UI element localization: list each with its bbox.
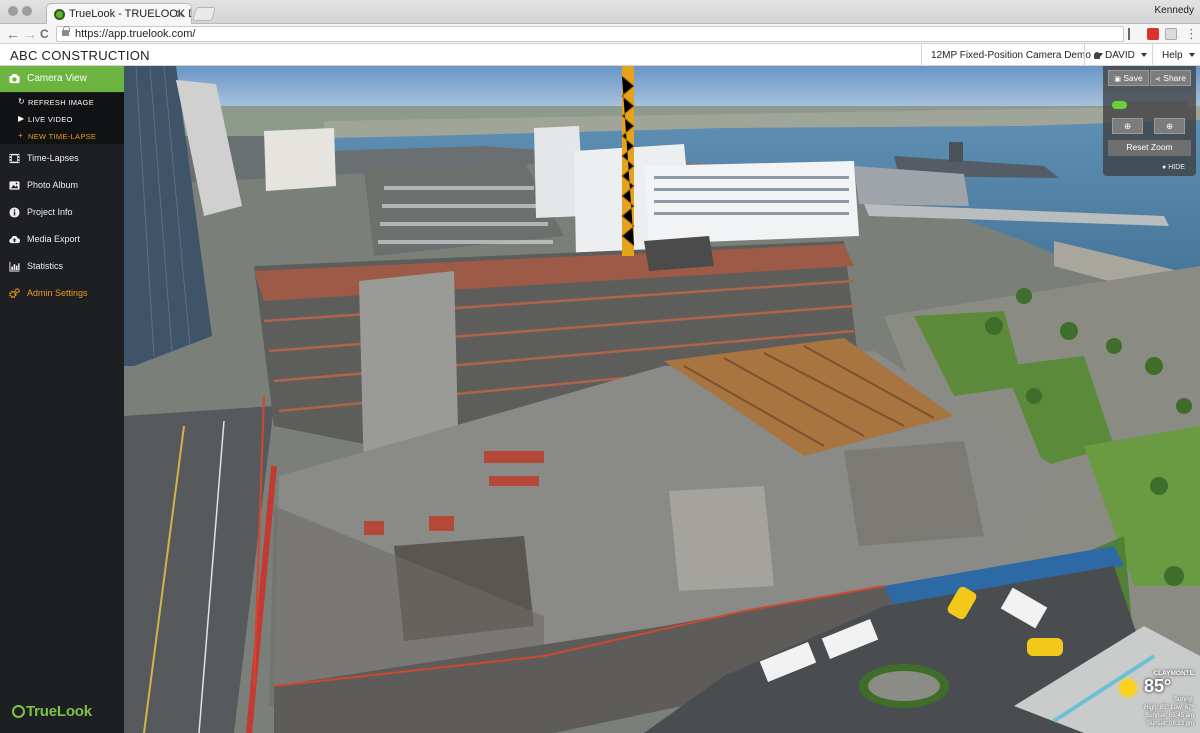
url-text: https://app.truelook.com/ bbox=[75, 28, 196, 40]
sidebar-item-label: Time-Lapses bbox=[27, 153, 79, 163]
reset-zoom-label: Reset Zoom bbox=[1126, 142, 1173, 152]
hide-panel-button[interactable]: ● HIDE bbox=[1162, 164, 1185, 171]
weather-condition: Sunny bbox=[1173, 696, 1192, 703]
zoom-out-button[interactable]: ⊕ bbox=[1154, 118, 1185, 134]
save-icon: ▣ bbox=[1114, 76, 1121, 83]
tab-close-icon[interactable]: ✕ bbox=[175, 7, 185, 21]
menu-icon[interactable]: ⋮ bbox=[1185, 25, 1198, 43]
back-icon[interactable]: ← bbox=[6, 25, 20, 43]
sidebar-item-media-export[interactable]: Media Export bbox=[0, 226, 124, 253]
share-button[interactable]: ⋖ Share bbox=[1150, 70, 1191, 86]
logo-text: TrueLook bbox=[26, 703, 92, 720]
extension-icon[interactable] bbox=[1147, 28, 1159, 40]
sidebar: Camera View ↻ REFRESH IMAGE ▶ LIVE VIDEO… bbox=[0, 66, 124, 733]
sun-icon bbox=[1120, 680, 1136, 696]
mail-extension-icon[interactable] bbox=[1165, 28, 1177, 40]
help-label: Help bbox=[1162, 50, 1183, 61]
save-button[interactable]: ▣ Save bbox=[1108, 70, 1149, 86]
sidebar-item-label: Media Export bbox=[27, 234, 81, 244]
camera-select-dropdown[interactable]: 12MP Fixed-Position Camera Demo bbox=[921, 44, 1103, 66]
cloud-upload-icon bbox=[9, 235, 20, 244]
sidebar-item-label: Statistics bbox=[27, 261, 64, 271]
bookmark-icon[interactable] bbox=[1128, 28, 1134, 40]
sidebar-subitem-new-time-lapse[interactable]: + NEW TIME-LAPSE bbox=[0, 127, 124, 144]
plus-icon: + bbox=[18, 131, 23, 140]
chevron-down-icon bbox=[1140, 53, 1147, 57]
company-name: ABC CONSTRUCTION bbox=[10, 48, 150, 63]
sidebar-item-project-info[interactable]: Project Info bbox=[0, 199, 124, 226]
close-window-button[interactable] bbox=[8, 6, 18, 16]
gear-icon bbox=[9, 288, 20, 299]
reset-zoom-button[interactable]: Reset Zoom bbox=[1108, 140, 1191, 156]
weather-widget: CLAYMONTE 85° Sunny High: 85° Low: 67° S… bbox=[1112, 666, 1196, 730]
save-label: Save bbox=[1123, 73, 1143, 83]
construction-site-photo bbox=[124, 66, 1200, 733]
camera-icon bbox=[9, 73, 20, 84]
lock-icon bbox=[62, 26, 70, 36]
user-name: DAVID bbox=[1105, 50, 1135, 61]
sidebar-item-photo-album[interactable]: Photo Album bbox=[0, 172, 124, 199]
camera-select-label: 12MP Fixed-Position Camera Demo bbox=[931, 50, 1091, 61]
sidebar-subitem-refresh-image[interactable]: ↻ REFRESH IMAGE bbox=[0, 93, 124, 110]
bar-chart-icon bbox=[9, 261, 20, 272]
truelook-favicon-icon bbox=[54, 9, 65, 20]
weather-high-low: High: 85° Low: 67° bbox=[1144, 705, 1194, 711]
sidebar-item-label: Admin Settings bbox=[27, 288, 88, 298]
sidebar-subitem-live-video[interactable]: ▶ LIVE VIDEO bbox=[0, 110, 124, 127]
camera-image-viewer[interactable]: ▣ Save ⋖ Share ⊕ ⊕ Reset Zoom ● HIDE CLA… bbox=[124, 66, 1200, 733]
zoom-slider-fill bbox=[1112, 101, 1128, 109]
sidebar-subitem-label: NEW TIME-LAPSE bbox=[28, 132, 97, 141]
weather-sunset: Sunset: 08:13 pm bbox=[1146, 721, 1194, 727]
sidebar-subitem-label: LIVE VIDEO bbox=[28, 115, 73, 124]
sidebar-item-label: Project Info bbox=[27, 207, 73, 217]
sidebar-item-camera-view[interactable]: Camera View bbox=[0, 66, 124, 92]
minimize-window-button[interactable] bbox=[22, 6, 32, 16]
browser-profile-name[interactable]: Kennedy bbox=[1155, 5, 1194, 16]
new-tab-button[interactable] bbox=[192, 7, 216, 21]
truelook-logo: TrueLook bbox=[12, 703, 92, 720]
help-menu[interactable]: Help bbox=[1152, 44, 1200, 66]
zoom-panel: ▣ Save ⋖ Share ⊕ ⊕ Reset Zoom ● HIDE bbox=[1103, 66, 1196, 176]
zoom-in-button[interactable]: ⊕ bbox=[1112, 118, 1143, 134]
forward-icon[interactable]: → bbox=[23, 25, 37, 43]
zoom-out-icon: ⊕ bbox=[1165, 121, 1174, 131]
user-icon bbox=[1094, 52, 1100, 59]
browser-toolbar: ← → C https://app.truelook.com/ ⋮ bbox=[0, 24, 1200, 44]
address-bar[interactable]: https://app.truelook.com/ bbox=[56, 26, 1124, 42]
zoom-in-icon: ⊕ bbox=[1123, 121, 1132, 131]
app-header: ABC CONSTRUCTION 12MP Fixed-Position Cam… bbox=[0, 44, 1200, 66]
film-icon bbox=[9, 153, 20, 164]
sidebar-item-label: Camera View bbox=[27, 73, 87, 84]
share-icon: ⋖ bbox=[1155, 76, 1161, 83]
sidebar-item-time-lapses[interactable]: Time-Lapses bbox=[0, 145, 124, 172]
browser-tab-bar: TrueLook - TRUELOOK DEMO ✕ Kennedy bbox=[0, 0, 1200, 24]
image-icon bbox=[9, 181, 20, 190]
play-icon: ▶ bbox=[18, 114, 25, 123]
tab-title: TrueLook - TRUELOOK DEMO bbox=[69, 8, 191, 20]
reload-icon[interactable]: C bbox=[40, 25, 49, 43]
weather-sunrise: Sunrise: 05:45 am bbox=[1145, 713, 1194, 719]
sidebar-subitem-label: REFRESH IMAGE bbox=[28, 98, 94, 107]
sidebar-item-admin-settings[interactable]: Admin Settings bbox=[0, 280, 124, 307]
info-icon bbox=[9, 207, 20, 218]
refresh-icon: ↻ bbox=[18, 97, 26, 106]
user-menu[interactable]: DAVID bbox=[1084, 44, 1152, 66]
chevron-down-icon bbox=[1188, 53, 1195, 57]
zoom-slider[interactable] bbox=[1112, 101, 1189, 109]
sidebar-item-statistics[interactable]: Statistics bbox=[0, 253, 124, 280]
truelook-logo-icon bbox=[12, 705, 25, 718]
sidebar-item-label: Photo Album bbox=[27, 180, 79, 190]
weather-temperature: 85° bbox=[1144, 676, 1172, 696]
hide-label: HIDE bbox=[1168, 164, 1185, 171]
share-label: Share bbox=[1163, 73, 1186, 83]
eye-icon: ● bbox=[1162, 164, 1167, 171]
browser-tab[interactable]: TrueLook - TRUELOOK DEMO ✕ bbox=[46, 3, 192, 24]
